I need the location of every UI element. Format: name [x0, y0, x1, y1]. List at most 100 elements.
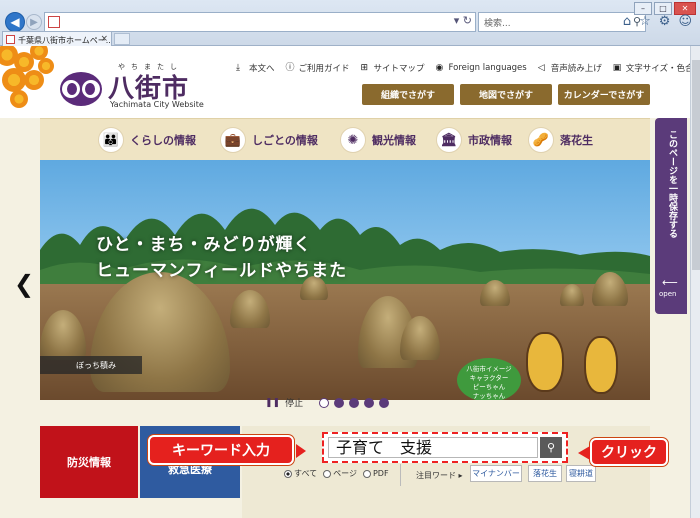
save-page-tab[interactable]: このページを一時保存する ⟵ open	[655, 118, 687, 314]
open-label: open	[659, 290, 677, 298]
radio-label: すべて	[294, 469, 318, 478]
utility-nav: ⤓ 本文へ ⓘ ご利用ガイド ⊞ サイトマップ ◉ Foreign langua…	[236, 62, 690, 74]
forward-arrow-icon[interactable]: ▶	[26, 14, 42, 30]
radio-all[interactable]: すべて	[284, 468, 317, 479]
keywords-label: 注目ワード ▸	[416, 471, 463, 480]
home-icon[interactable]: ⌂	[623, 14, 631, 29]
site-search-input[interactable]: 子育て 支援	[328, 437, 538, 458]
peanut-icon: 🥜	[528, 127, 554, 153]
bubble-line: 八街市イメージ	[466, 365, 512, 373]
search-placeholder: 検索...	[484, 19, 511, 29]
slider-controls: ❚❚ 停止	[265, 396, 390, 409]
text-size-icon: ▣	[612, 63, 622, 73]
category-label: 落花生	[560, 134, 593, 147]
radio-label: ページ	[333, 469, 357, 478]
util-link-sitemap[interactable]: ⊞ サイトマップ	[361, 62, 425, 74]
address-bar[interactable]: ▾ ↻	[44, 12, 476, 32]
callout-pointer	[296, 444, 306, 458]
category-kanko[interactable]: ✺ 観光情報	[340, 127, 416, 153]
keyword-tag[interactable]: マイナンバー	[470, 465, 522, 482]
gear-icon[interactable]: ⚙	[659, 14, 671, 29]
util-label: サイトマップ	[373, 64, 425, 74]
pause-label[interactable]: 停止	[285, 396, 303, 409]
smiley-icon[interactable]: ☺	[678, 14, 692, 29]
slide-dot[interactable]	[334, 397, 345, 408]
flower-decoration	[0, 46, 62, 126]
util-label: ご利用ガイド	[298, 64, 350, 74]
speaker-icon: ◁	[537, 63, 545, 73]
category-label: くらしの情報	[130, 134, 196, 147]
slide-dot[interactable]	[349, 397, 360, 408]
browser-tools: ⌂ ☆ ⚙ ☺	[623, 14, 692, 29]
category-label: しごとの情報	[252, 134, 318, 147]
util-link-guide[interactable]: ⓘ ご利用ガイド	[286, 62, 350, 74]
search-button[interactable]: ⚲	[540, 437, 562, 458]
bubble-line: キャラクター	[469, 374, 509, 382]
disaster-info-button[interactable]: 防災情報	[40, 426, 138, 498]
radio-page[interactable]: ページ	[323, 468, 357, 479]
sunflower-icon: ✺	[340, 127, 366, 153]
util-link-voice[interactable]: ◁ 音声読み上げ	[538, 62, 602, 74]
category-shisei[interactable]: 🏛 市政情報	[436, 127, 512, 153]
slide-dot[interactable]	[319, 397, 330, 408]
site-header: やちまたし 八街市 Yachimata City Website ⤓ 本文へ ⓘ…	[0, 46, 690, 118]
character-bubble: 八街市イメージ キャラクター ピーちゃん ナッちゃん	[457, 358, 521, 400]
keyword-tag[interactable]: 落花生	[528, 465, 562, 482]
briefcase-icon: 💼	[220, 127, 246, 153]
tab-favicon-icon	[6, 35, 15, 44]
tab-title: 千葉県八街市ホームペー...	[18, 36, 112, 45]
new-tab-button[interactable]	[114, 33, 130, 45]
slide-dot[interactable]	[364, 397, 375, 408]
favorites-star-icon[interactable]: ☆	[639, 14, 651, 29]
category-kurashi[interactable]: 👪 くらしの情報	[98, 127, 196, 153]
util-label: 本文へ	[249, 64, 275, 74]
page-scrollbar[interactable]	[690, 46, 700, 518]
search-highlight-frame: 子育て 支援 ⚲	[322, 432, 568, 463]
radio-pdf[interactable]: PDF	[362, 468, 389, 479]
browser-tab[interactable]: 千葉県八街市ホームペー... ×	[2, 31, 112, 47]
search-icon: ⚲	[546, 441, 556, 454]
pause-icon[interactable]: ❚❚	[265, 398, 280, 408]
radio-label: PDF	[372, 469, 389, 478]
slider-prev-arrow-icon[interactable]: ❮	[14, 270, 34, 298]
hero-slider[interactable]: ひと・まち・みどりが輝く ヒューマンフィールドやちまた ぼっち積み 八街市イメー…	[40, 160, 650, 400]
globe-icon: ◉	[435, 63, 444, 73]
search-by-actions: 組織でさがす 地図でさがす カレンダーでさがす	[362, 84, 650, 105]
util-link-skip[interactable]: ⤓ 本文へ	[236, 62, 275, 74]
back-arrow-icon[interactable]: ◀	[5, 12, 25, 32]
arrow-down-icon: ⤓	[236, 63, 240, 73]
keywords-label-text: 注目ワード	[416, 471, 456, 480]
tab-close-icon[interactable]: ×	[100, 34, 108, 44]
util-link-textsize[interactable]: ▣ 文字サイズ・色合い変更	[613, 62, 690, 74]
browser-search-input[interactable]: 検索... ⚲	[478, 12, 646, 32]
keyword-input-callout: キーワード入力	[148, 435, 294, 465]
callout-pointer	[578, 446, 590, 460]
bubble-line: ピーちゃん	[472, 383, 506, 391]
sitemap-icon: ⊞	[360, 63, 369, 73]
hero-title: ひと・まち・みどりが輝く ヒューマンフィールドやちまた	[96, 232, 347, 284]
click-callout: クリック	[590, 438, 668, 466]
divider	[400, 464, 401, 486]
city-emblem-logo[interactable]	[58, 70, 104, 108]
nacchan-character	[584, 336, 618, 394]
search-by-calendar-button[interactable]: カレンダーでさがす	[558, 84, 650, 105]
scrollbar-thumb[interactable]	[692, 60, 700, 270]
category-nav: 👪 くらしの情報 💼 しごとの情報 ✺ 観光情報 🏛 市政情報 🥜 落花生	[40, 118, 650, 160]
site-favicon-icon	[48, 16, 60, 28]
arrow-left-icon: ⟵	[662, 276, 678, 289]
refresh-icon[interactable]: ▾ ↻	[454, 14, 472, 27]
util-label: 音声読み上げ	[550, 64, 602, 74]
search-by-organization-button[interactable]: 組織でさがす	[362, 84, 454, 105]
info-icon: ⓘ	[285, 63, 295, 73]
search-by-map-button[interactable]: 地図でさがす	[460, 84, 552, 105]
logo-subtitle: Yachimata City Website	[110, 100, 204, 109]
category-shigoto[interactable]: 💼 しごとの情報	[220, 127, 318, 153]
util-label: 文字サイズ・色合い変更	[625, 64, 690, 74]
category-rakkasei[interactable]: 🥜 落花生	[528, 127, 593, 153]
hero-title-line: ヒューマンフィールドやちまた	[96, 261, 348, 281]
family-icon: 👪	[98, 127, 124, 153]
slide-dot[interactable]	[379, 397, 390, 408]
keyword-tag[interactable]: 寝耕道	[566, 465, 596, 482]
util-link-foreign[interactable]: ◉ Foreign languages	[436, 62, 527, 74]
category-label: 市政情報	[468, 134, 512, 147]
